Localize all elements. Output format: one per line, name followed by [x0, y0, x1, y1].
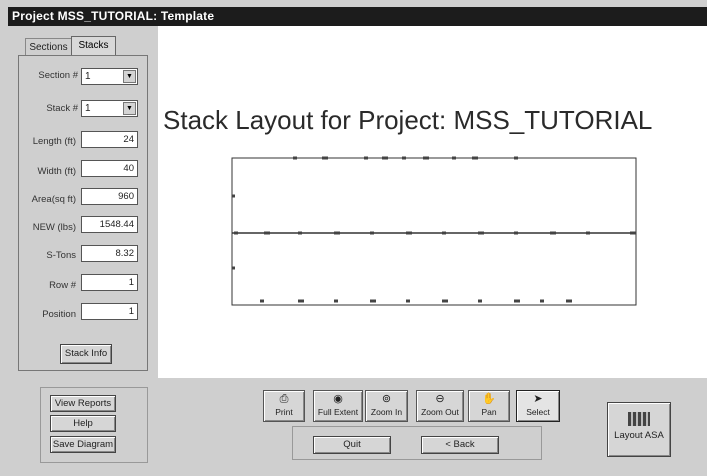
back-button[interactable]: < Back	[421, 436, 499, 454]
pan-label: Pan	[481, 407, 497, 417]
stack-marker	[452, 156, 456, 160]
stack-marker	[540, 299, 544, 303]
stack-marker	[514, 156, 518, 160]
stack-marker	[382, 156, 388, 160]
select-button[interactable]: ➤ Select	[516, 390, 560, 422]
stack-marker	[442, 299, 448, 303]
zoom-in-icon: ⊚	[381, 393, 392, 405]
printer-icon: ⎙	[279, 393, 289, 405]
hand-icon: ✋	[482, 393, 496, 405]
full-extent-button[interactable]: ◉ Full Extent	[313, 390, 363, 422]
stack-marker	[406, 299, 410, 303]
stack-marker	[478, 299, 482, 303]
stack-marker	[370, 231, 374, 235]
stack-marker	[472, 156, 478, 160]
view-reports-button[interactable]: View Reports	[50, 395, 116, 412]
select-label: Select	[526, 407, 550, 417]
stack-marker	[514, 299, 520, 303]
print-button[interactable]: ⎙ Print	[263, 390, 305, 422]
layout-grid-icon	[628, 412, 650, 426]
stack-marker	[232, 266, 235, 270]
zoom-out-label: Zoom Out	[421, 407, 459, 417]
stack-marker	[478, 231, 484, 235]
stack-marker	[293, 156, 297, 160]
zoom-in-button[interactable]: ⊚ Zoom In	[365, 390, 408, 422]
zoom-in-label: Zoom In	[370, 407, 403, 417]
stack-marker	[442, 231, 446, 235]
zoom-out-icon: ⊖	[435, 393, 445, 405]
pan-button[interactable]: ✋ Pan	[468, 390, 510, 422]
stack-marker	[334, 231, 340, 235]
stack-marker	[234, 231, 238, 235]
stack-marker	[334, 299, 338, 303]
stack-marker	[630, 231, 636, 235]
stack-marker	[402, 156, 406, 160]
layout-asa-label: Layout ASA	[614, 430, 664, 441]
stack-marker	[514, 231, 518, 235]
stack-marker	[322, 156, 328, 160]
stack-marker	[298, 231, 302, 235]
print-label: Print	[275, 407, 293, 417]
full-extent-label: Full Extent	[317, 407, 359, 417]
stack-marker	[566, 299, 572, 303]
stack-marker	[364, 156, 368, 160]
zoom-out-button[interactable]: ⊖ Zoom Out	[416, 390, 464, 422]
quit-button[interactable]: Quit	[313, 436, 391, 454]
stack-marker	[232, 194, 235, 198]
globe-icon: ◉	[333, 393, 343, 405]
stack-marker	[264, 231, 270, 235]
layout-outline	[231, 157, 637, 306]
stack-marker	[298, 299, 304, 303]
stack-marker	[423, 156, 429, 160]
layout-asa-button[interactable]: Layout ASA	[607, 402, 671, 457]
stack-marker	[550, 231, 556, 235]
stack-marker	[370, 299, 376, 303]
stack-markers	[232, 156, 636, 303]
stack-marker	[260, 299, 264, 303]
arrow-cursor-icon: ➤	[533, 393, 543, 405]
stack-marker	[406, 231, 412, 235]
help-button[interactable]: Help	[50, 415, 116, 432]
stack-marker	[586, 231, 590, 235]
save-diagram-button[interactable]: Save Diagram	[50, 436, 116, 453]
